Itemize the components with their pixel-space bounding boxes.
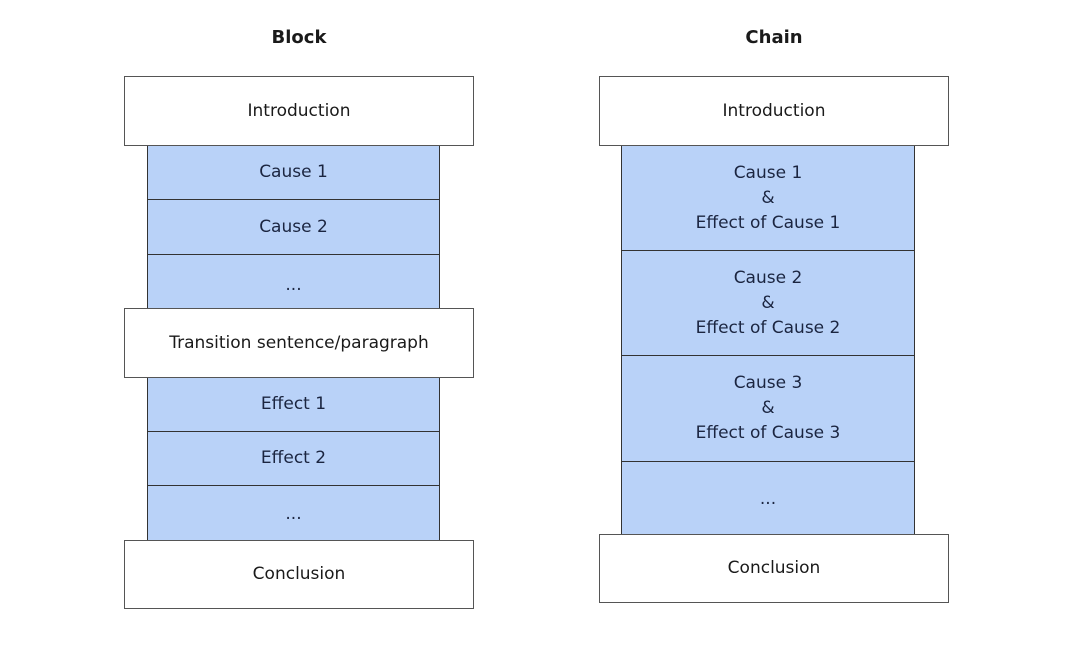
chain-effect-3: Effect of Cause 3 bbox=[695, 423, 841, 443]
chain-amp-3: & bbox=[761, 398, 775, 418]
block-effect-1: Effect 1 bbox=[147, 378, 440, 432]
chain-amp-2: & bbox=[761, 292, 775, 313]
block-cause-1: Cause 1 bbox=[147, 146, 440, 200]
block-cause-ellipsis: ... bbox=[147, 255, 440, 315]
block-conclusion: Conclusion bbox=[124, 540, 474, 609]
chain-title: Chain bbox=[745, 27, 803, 48]
chain-cause-3: Cause 3 bbox=[733, 373, 803, 393]
block-effect-ellipsis: ... bbox=[147, 486, 440, 546]
block-introduction: Introduction bbox=[124, 76, 474, 146]
chain-effect-2: Effect of Cause 2 bbox=[695, 317, 841, 338]
chain-ellipsis: ... bbox=[621, 462, 915, 540]
chain-pair-2: Cause 2 & Effect of Cause 2 bbox=[621, 251, 915, 356]
chain-pair-1: Cause 1 & Effect of Cause 1 bbox=[621, 146, 915, 251]
block-title: Block bbox=[271, 27, 327, 48]
block-cause-2: Cause 2 bbox=[147, 200, 440, 255]
block-effect-2: Effect 2 bbox=[147, 432, 440, 486]
chain-conclusion: Conclusion bbox=[599, 534, 949, 603]
chain-introduction: Introduction bbox=[599, 76, 949, 146]
chain-cause-1: Cause 1 bbox=[733, 162, 803, 183]
chain-effect-1: Effect of Cause 1 bbox=[695, 212, 841, 233]
chain-pair-3: Cause 3 & Effect of Cause 3 bbox=[621, 356, 915, 462]
chain-cause-2: Cause 2 bbox=[733, 267, 803, 288]
chain-amp-1: & bbox=[761, 187, 775, 208]
block-transition: Transition sentence/paragraph bbox=[124, 308, 474, 378]
